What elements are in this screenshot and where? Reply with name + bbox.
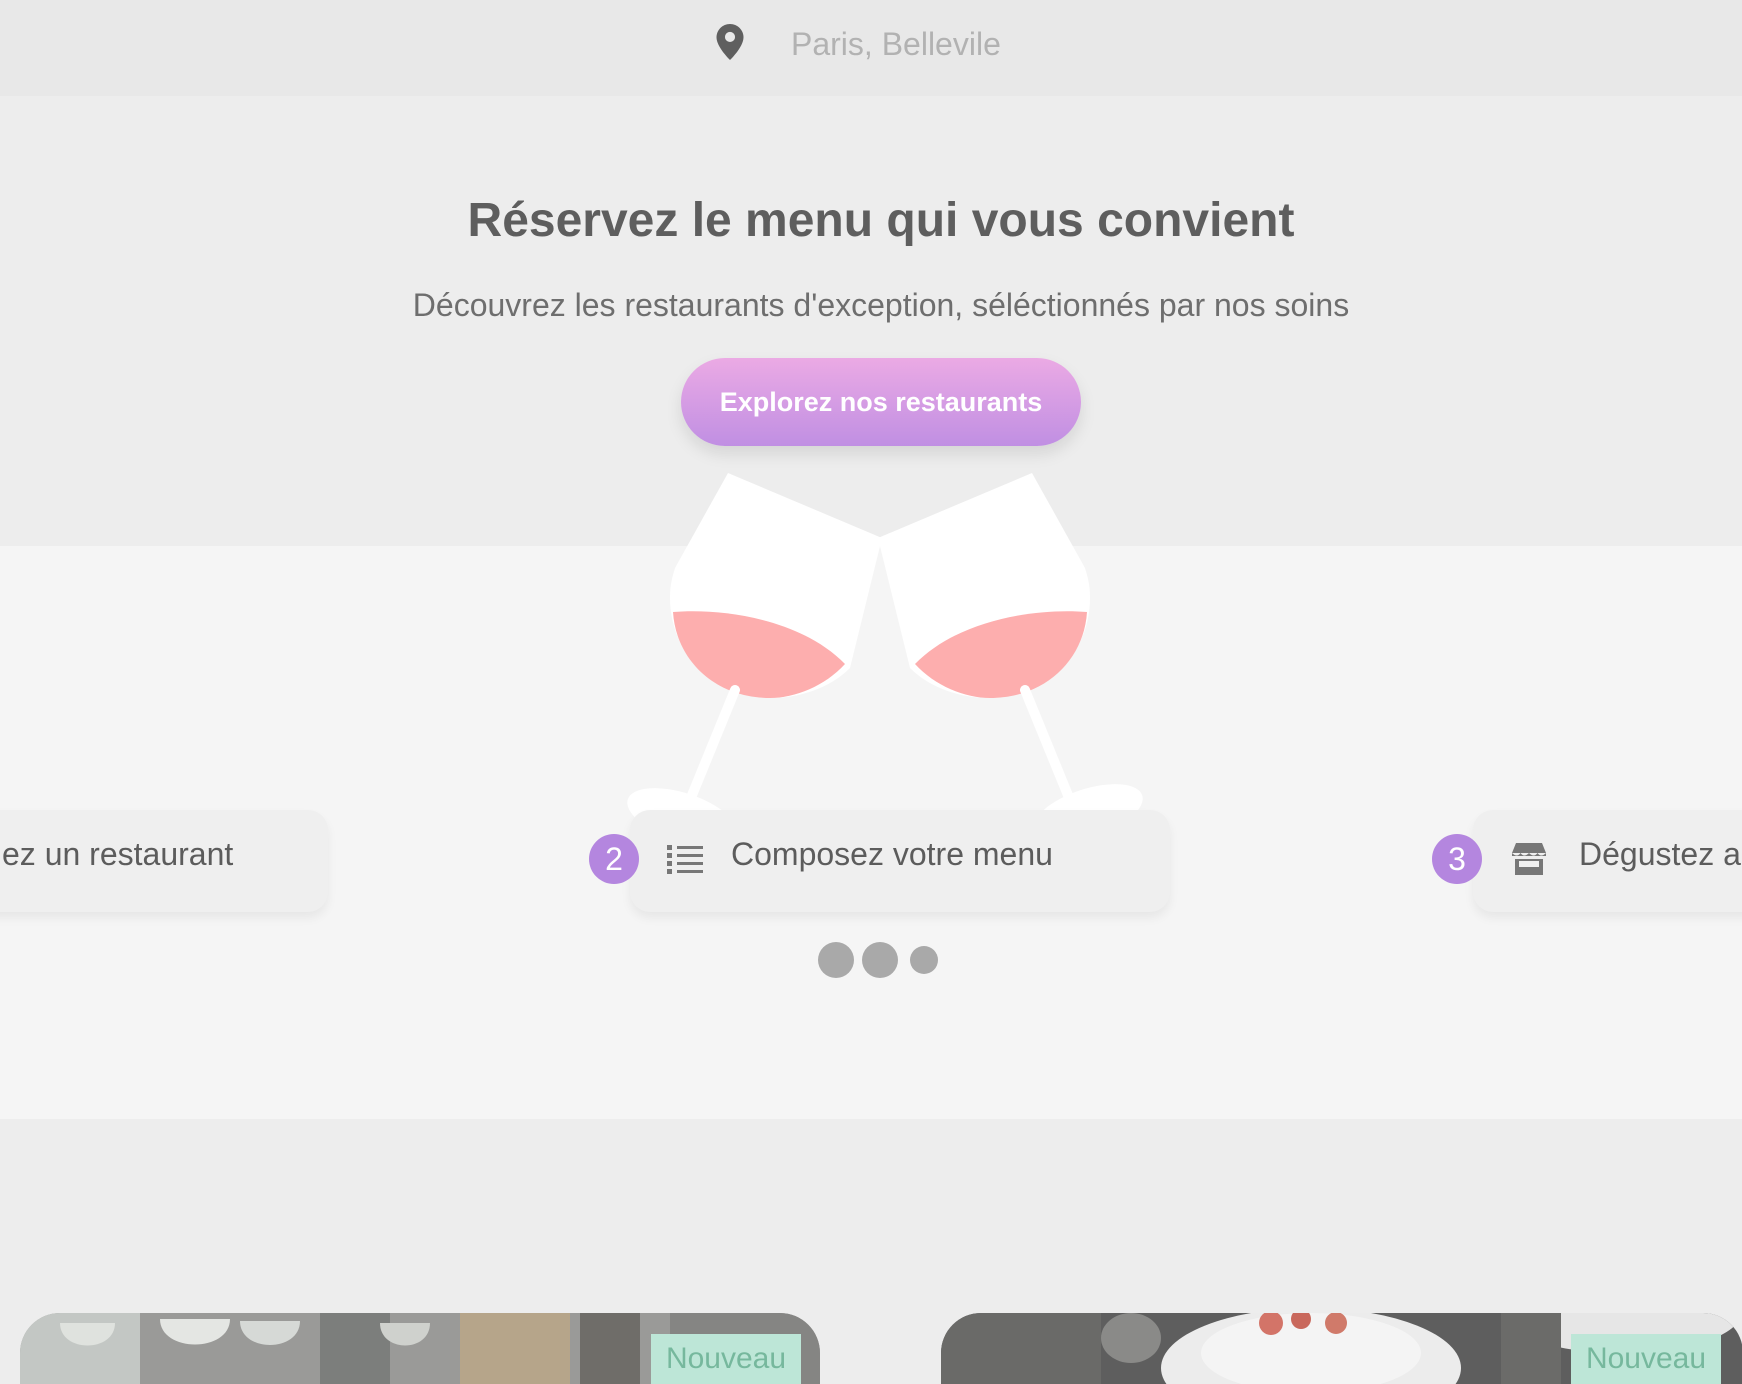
explore-restaurants-button[interactable]: Explorez nos restaurants <box>681 358 1081 446</box>
list-icon <box>667 845 703 874</box>
hero-title: Réservez le menu qui vous convient <box>467 194 1295 247</box>
carousel-dot-1[interactable] <box>818 942 854 978</box>
map-pin-icon <box>716 24 744 60</box>
step-2-label: Composez votre menu <box>731 836 1053 872</box>
store-icon <box>1512 843 1546 875</box>
carousel-dot-2[interactable] <box>862 942 898 978</box>
carousel-dots <box>818 940 942 980</box>
step-3-number: 3 <box>1432 834 1482 884</box>
wine-glasses-illustration <box>627 390 1143 846</box>
hero-subtitle: Découvrez les restaurants d'exception, s… <box>412 287 1350 323</box>
new-badge: Nouveau <box>1571 1334 1721 1384</box>
new-badge: Nouveau <box>651 1334 801 1384</box>
carousel-dot-3[interactable] <box>910 946 938 974</box>
location-text[interactable]: Paris, Bellevile <box>791 26 1001 63</box>
location-bar[interactable]: Paris, Bellevile <box>0 0 1742 96</box>
step-3-label: Dégustez au <box>1579 836 1742 872</box>
step-2-number: 2 <box>589 834 639 884</box>
step-1-label: ez un restaurant <box>2 836 234 872</box>
